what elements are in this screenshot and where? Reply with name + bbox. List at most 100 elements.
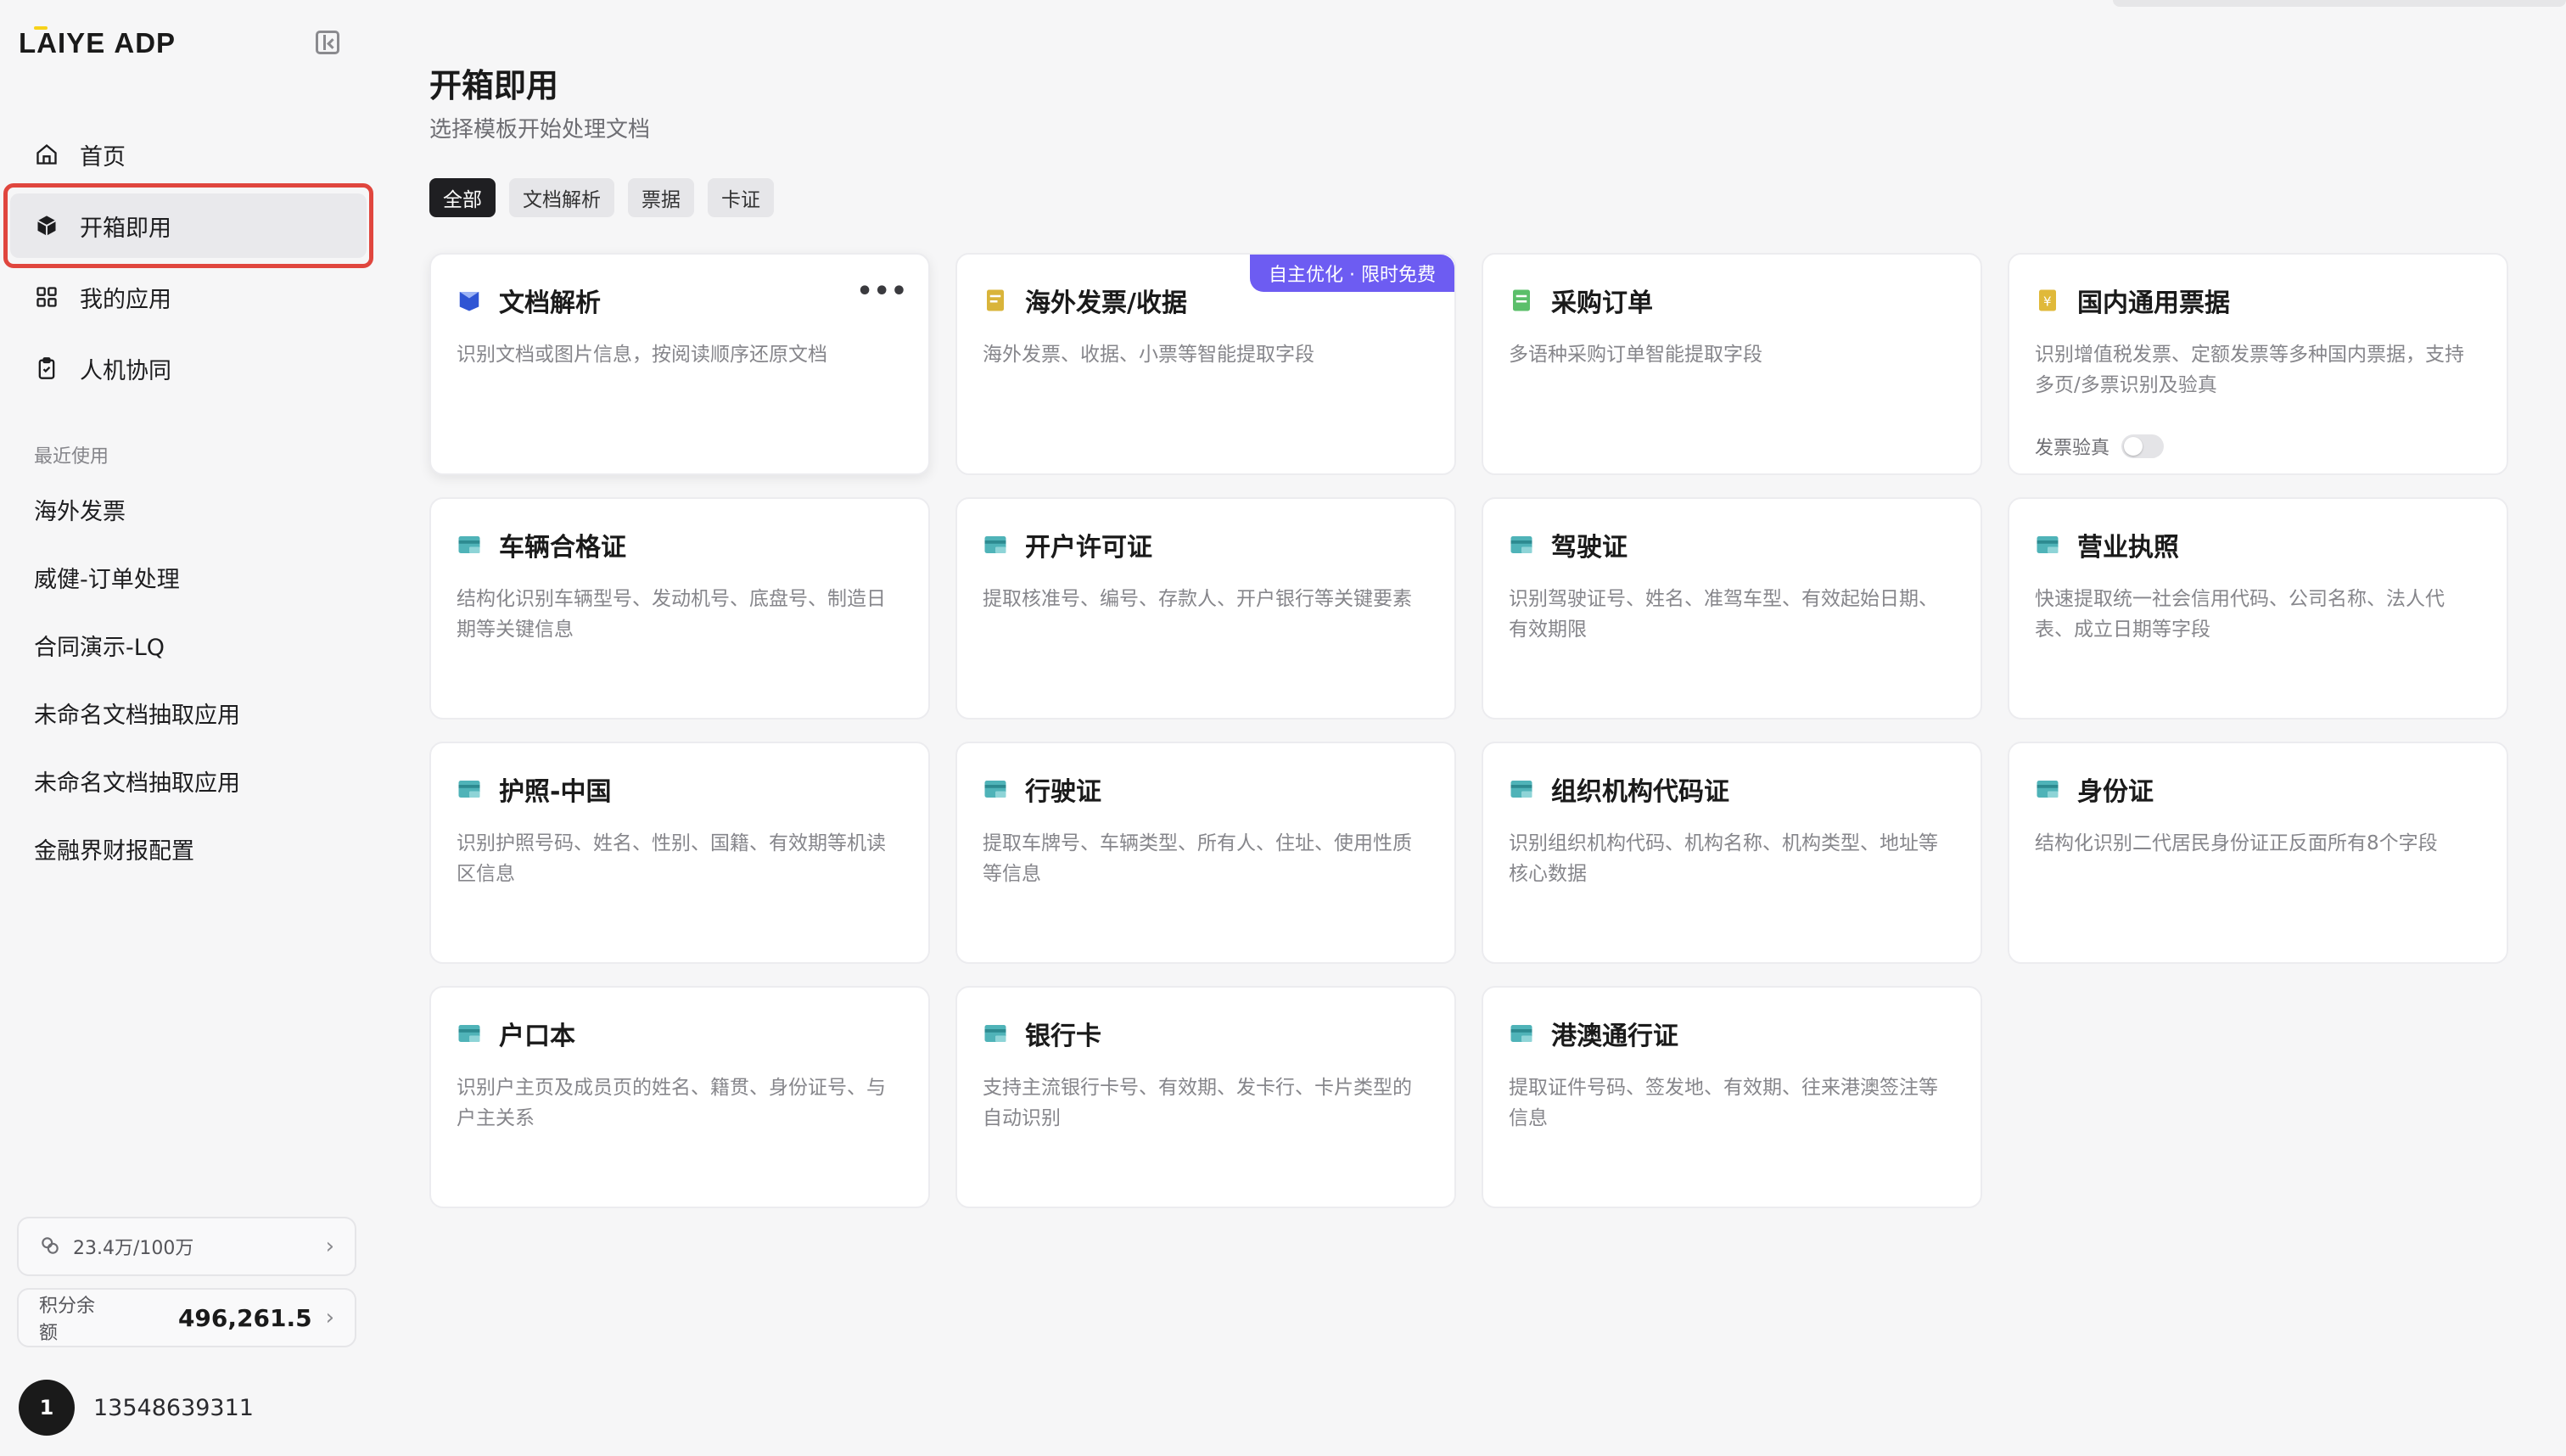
card-description: 识别户主页及成员页的姓名、籍贯、身份证号、与户主关系: [457, 1077, 886, 1129]
card-description: 提取核准号、编号、存款人、开户银行等关键要素: [983, 588, 1412, 610]
user-profile[interactable]: 1 13548639311: [19, 1380, 254, 1436]
credits-balance[interactable]: 积分余额 496,261.5 ›: [17, 1288, 356, 1347]
avatar: 1: [19, 1380, 75, 1436]
order-icon: [1513, 289, 1530, 311]
template-card[interactable]: 身份证 结构化识别二代居民身份证正反面所有8个字段: [2008, 742, 2508, 964]
template-card[interactable]: 车辆合格证 结构化识别车辆型号、发动机号、底盘号、制造日期等关键信息: [429, 497, 930, 720]
card-description: 多语种采购订单智能提取字段: [1509, 344, 1762, 366]
card-title: 组织机构代码证: [1551, 777, 1729, 807]
invoice-verify-toggle[interactable]: 发票验真: [2035, 433, 2165, 460]
recent-item[interactable]: 金融界财报配置: [34, 830, 240, 898]
recent-item[interactable]: 未命名文档抽取应用: [34, 762, 240, 830]
card-title: 国内通用票据: [2077, 288, 2230, 318]
sidebar-item-home[interactable]: 首页: [10, 122, 367, 187]
template-card[interactable]: 港澳通行证 提取证件号码、签发地、有效期、往来港澳签注等信息: [1482, 986, 1982, 1208]
card-icon: [984, 536, 1006, 553]
filter-receipts[interactable]: 票据: [628, 178, 694, 217]
grid-icon: [34, 284, 59, 310]
chevron-right-icon: ›: [325, 1305, 334, 1330]
template-card[interactable]: 驾驶证 识别驾驶证号、姓名、准驾车型、有效起始日期、有效期限: [1482, 497, 1982, 720]
sidebar-item-label: 我的应用: [80, 286, 171, 313]
toggle-label: 发票验真: [2035, 438, 2110, 459]
template-card[interactable]: 开户许可证 提取核准号、编号、存款人、开户银行等关键要素: [955, 497, 1456, 720]
card-description: 识别护照号码、姓名、性别、国籍、有效期等机读区信息: [457, 832, 886, 885]
card-title: 车辆合格证: [499, 533, 626, 563]
card-title: 开户许可证: [1025, 533, 1152, 563]
card-title: 海外发票/收据: [1025, 288, 1187, 318]
page-subtitle: 选择模板开始处理文档: [429, 117, 651, 143]
user-name: 13548639311: [93, 1394, 254, 1421]
card-title: 护照-中国: [499, 777, 612, 807]
svg-text:¥: ¥: [2043, 294, 2052, 309]
card-icon: [984, 1025, 1006, 1042]
sidebar-item-my-apps[interactable]: 我的应用: [10, 265, 367, 329]
template-card[interactable]: 组织机构代码证 识别组织机构代码、机构名称、机构类型、地址等核心数据: [1482, 742, 1982, 964]
sidebar-item-label: 开箱即用: [80, 215, 171, 242]
cube-icon: [34, 213, 59, 238]
app-logo[interactable]: LAIYE ADP: [19, 27, 176, 59]
promo-badge: 自主优化 · 限时免费: [1250, 255, 1454, 292]
card-icon: [458, 1025, 480, 1042]
sidebar: LAIYE ADP 首页 开箱即用 我的应用 人机协同 最近使用 海外发票 威健…: [0, 0, 387, 1456]
card-description: 快速提取统一社会信用代码、公司名称、法人代表、成立日期等字段: [2035, 588, 2445, 641]
card-title: 户口本: [499, 1022, 575, 1051]
credits-value: 496,261.5: [177, 1303, 312, 1332]
card-description: 识别增值税发票、定额发票等多种国内票据，支持多页/多票识别及验真: [2035, 344, 2464, 396]
template-card[interactable]: 行驶证 提取车牌号、车辆类型、所有人、住址、使用性质等信息: [955, 742, 1456, 964]
recent-item[interactable]: 海外发票: [34, 490, 240, 558]
recent-title: 最近使用: [34, 446, 109, 468]
link-icon: [39, 1235, 63, 1258]
card-title: 银行卡: [1025, 1022, 1101, 1051]
template-card[interactable]: 文档解析 识别文档或图片信息，按阅读顺序还原文档 •••: [429, 253, 930, 475]
template-card[interactable]: 护照-中国 识别护照号码、姓名、性别、国籍、有效期等机读区信息: [429, 742, 930, 964]
card-icon: [2037, 781, 2059, 798]
template-grid: 文档解析 识别文档或图片信息，按阅读顺序还原文档 ••• 自主优化 · 限时免费…: [429, 253, 2508, 1208]
invoice-icon: ¥: [2039, 289, 2056, 311]
toggle-switch[interactable]: [2121, 434, 2165, 458]
card-description: 支持主流银行卡号、有效期、发卡行、卡片类型的自动识别: [983, 1077, 1412, 1129]
filter-document-parse[interactable]: 文档解析: [509, 178, 614, 217]
card-description: 识别组织机构代码、机构名称、机构类型、地址等核心数据: [1509, 832, 1938, 885]
sidebar-item-label: 首页: [80, 143, 126, 171]
card-icon: [458, 536, 480, 553]
template-card[interactable]: 户口本 识别户主页及成员页的姓名、籍贯、身份证号、与户主关系: [429, 986, 930, 1208]
more-options-icon[interactable]: •••: [856, 277, 908, 306]
receipt-icon: [987, 289, 1004, 311]
card-title: 港澳通行证: [1551, 1022, 1678, 1051]
card-title: 采购订单: [1551, 288, 1653, 318]
card-icon: [1510, 536, 1532, 553]
usage-quota[interactable]: 23.4万/100万 ›: [17, 1217, 356, 1276]
recent-item[interactable]: 未命名文档抽取应用: [34, 694, 240, 762]
template-card[interactable]: 营业执照 快速提取统一社会信用代码、公司名称、法人代表、成立日期等字段: [2008, 497, 2508, 720]
template-card[interactable]: 银行卡 支持主流银行卡号、有效期、发卡行、卡片类型的自动识别: [955, 986, 1456, 1208]
template-card[interactable]: 自主优化 · 限时免费 海外发票/收据 海外发票、收据、小票等智能提取字段: [955, 253, 1456, 475]
home-icon: [34, 142, 59, 167]
document-parse-icon: [459, 292, 479, 311]
card-description: 识别驾驶证号、姓名、准驾车型、有效起始日期、有效期限: [1509, 588, 1938, 641]
card-title: 身份证: [2077, 777, 2154, 807]
card-description: 结构化识别车辆型号、发动机号、底盘号、制造日期等关键信息: [457, 588, 886, 641]
sidebar-item-human-collab[interactable]: 人机协同: [10, 336, 367, 400]
sidebar-item-out-of-box[interactable]: 开箱即用: [10, 193, 367, 258]
card-title: 文档解析: [499, 288, 601, 318]
recent-item[interactable]: 威健-订单处理: [34, 558, 240, 626]
card-title: 行驶证: [1025, 777, 1101, 807]
filter-all[interactable]: 全部: [429, 178, 496, 217]
credits-label: 积分余额: [39, 1296, 96, 1344]
chevron-right-icon: ›: [325, 1234, 334, 1259]
card-description: 海外发票、收据、小票等智能提取字段: [983, 344, 1314, 366]
card-icon: [984, 781, 1006, 798]
filter-cards[interactable]: 卡证: [708, 178, 774, 217]
card-description: 提取车牌号、车辆类型、所有人、住址、使用性质等信息: [983, 832, 1412, 885]
card-icon: [458, 781, 480, 798]
template-card[interactable]: 采购订单 多语种采购订单智能提取字段: [1482, 253, 1982, 475]
card-icon: [2037, 536, 2059, 553]
recent-item[interactable]: 合同演示-LQ: [34, 626, 240, 694]
page-title: 开箱即用: [429, 67, 559, 104]
card-icon: [1510, 781, 1532, 798]
collapse-sidebar-icon[interactable]: [316, 31, 339, 54]
sidebar-item-label: 人机协同: [80, 357, 171, 384]
filter-tabs: 全部 文档解析 票据 卡证: [429, 178, 774, 217]
template-card[interactable]: ¥ 国内通用票据 识别增值税发票、定额发票等多种国内票据，支持多页/多票识别及验…: [2008, 253, 2508, 475]
main-content: 开箱即用 选择模板开始处理文档 全部 文档解析 票据 卡证 文档解析 识别文档或…: [387, 0, 2566, 1456]
